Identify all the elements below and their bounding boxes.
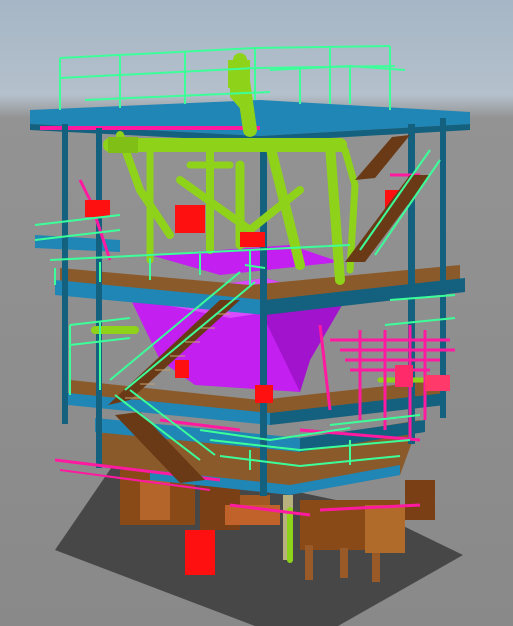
magenta-fitting xyxy=(425,375,450,391)
module-model[interactable] xyxy=(0,0,513,626)
3d-viewport[interactable] xyxy=(0,0,513,626)
red-skid xyxy=(185,530,215,575)
magenta-flange xyxy=(395,365,413,387)
roof-pipe xyxy=(40,126,260,130)
lime-header-end xyxy=(108,137,138,153)
stair-top xyxy=(355,135,410,180)
lime-valve xyxy=(228,60,250,88)
